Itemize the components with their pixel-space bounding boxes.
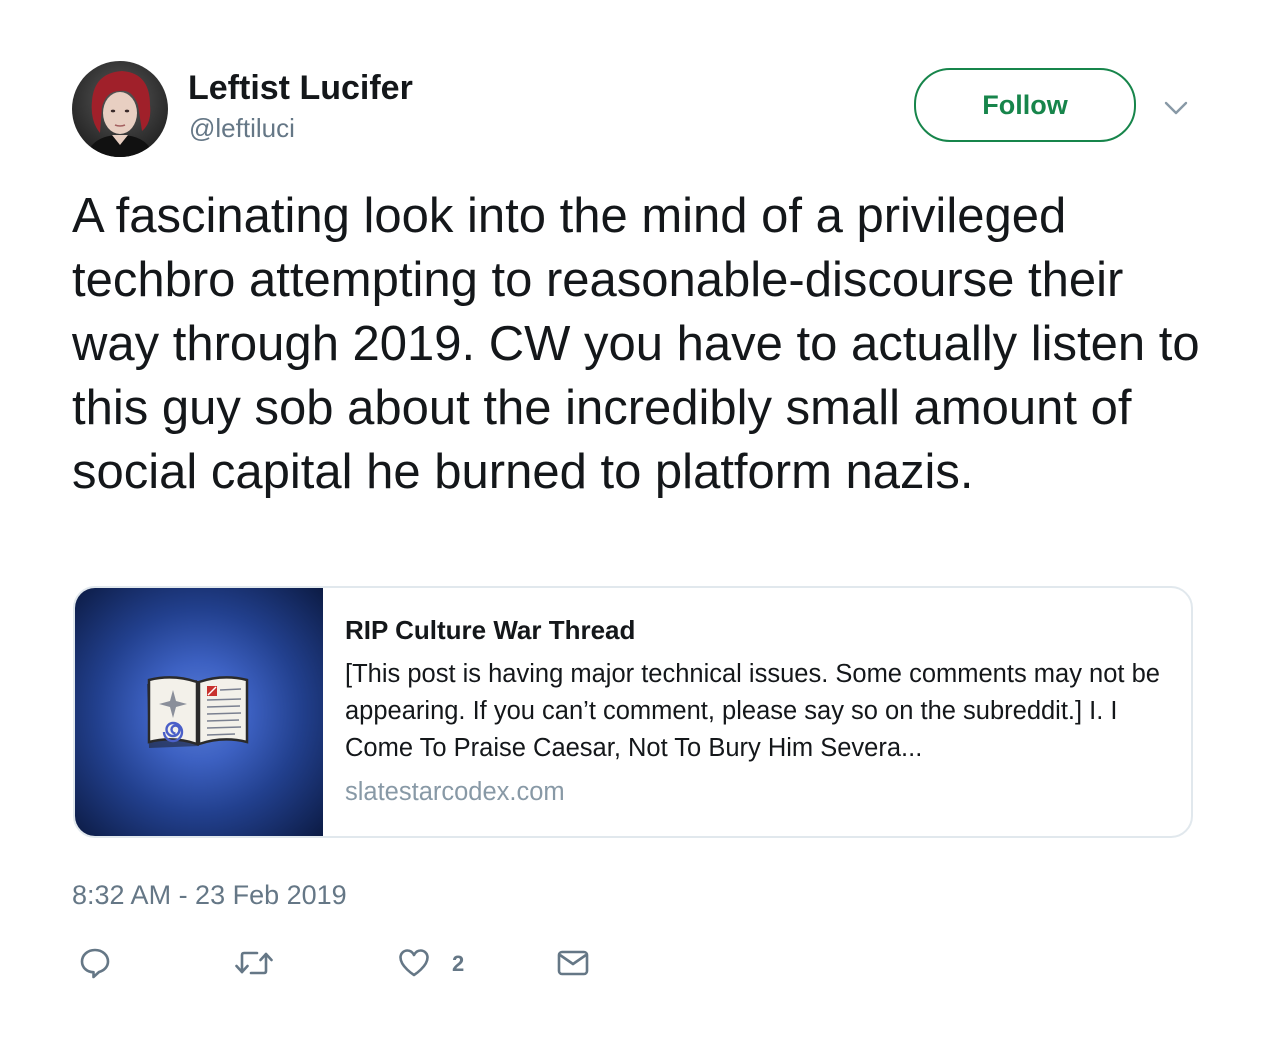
avatar-image [72, 61, 168, 157]
chevron-down-icon[interactable] [1162, 94, 1190, 122]
link-card[interactable]: RIP Culture War Thread [This post is hav… [73, 586, 1193, 838]
author-handle[interactable]: @leftiluci [189, 112, 295, 144]
card-image [75, 588, 323, 836]
avatar[interactable] [72, 61, 168, 157]
tweet-timestamp[interactable]: 8:32 AM - 23 Feb 2019 [72, 878, 347, 912]
envelope-icon[interactable] [556, 946, 590, 982]
card-domain: slatestarcodex.com [345, 778, 565, 806]
heart-icon[interactable] [397, 946, 431, 982]
tweet-text: A fascinating look into the mind of a pr… [72, 189, 1200, 499]
follow-button[interactable]: Follow [914, 68, 1136, 142]
card-description: [This post is having major technical iss… [345, 660, 1160, 762]
like-count: 2 [452, 951, 465, 976]
retweet-icon[interactable] [234, 946, 274, 982]
open-book-icon [147, 676, 249, 748]
author-display-name[interactable]: Leftist Lucifer [188, 68, 413, 108]
card-title: RIP Culture War Thread [345, 615, 636, 645]
reply-icon[interactable] [78, 946, 112, 982]
